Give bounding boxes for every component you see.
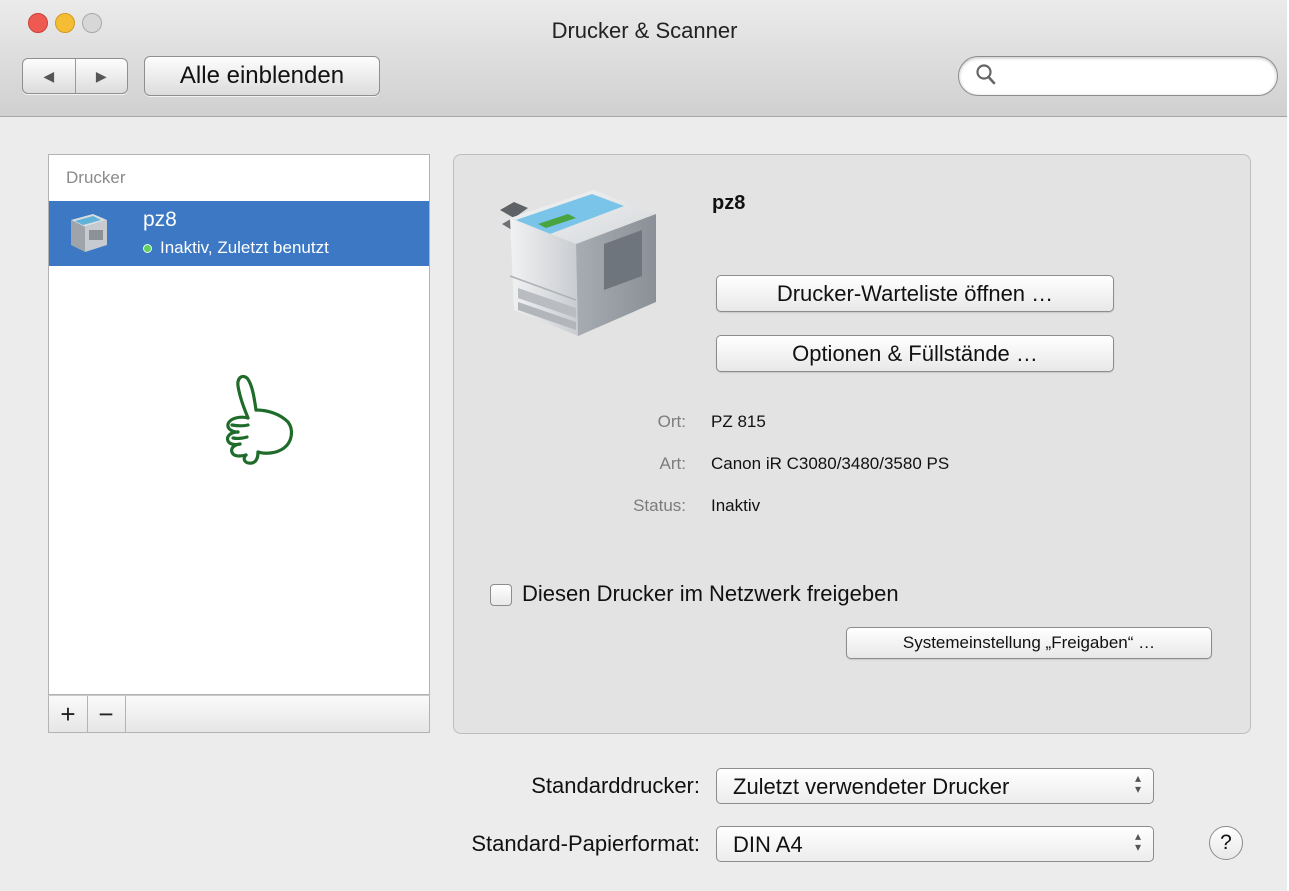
help-button[interactable]: ? [1209,826,1243,860]
show-all-button[interactable]: Alle einblenden [144,56,380,96]
printer-name-label: pz8 [143,208,177,231]
status-value: Inaktiv [711,496,761,515]
window-title: Drucker & Scanner [551,18,738,43]
location-value: PZ 815 [711,412,766,431]
nav-button-group: ◀ ▶ [22,58,128,94]
status-label: Status: [633,496,686,515]
printer-icon [71,214,107,252]
location-label: Ort: [657,412,686,431]
printer-status: Inaktiv, Zuletzt benutzt [143,238,329,258]
printer-status-label: Inaktiv, Zuletzt benutzt [160,238,329,257]
sharing-preferences-button[interactable]: Systemeinstellung „Freigaben“ … [846,627,1212,659]
printer-list-item-pz8[interactable]: pz8 Inaktiv, Zuletzt benutzt [49,201,429,266]
default-printer-value: Zuletzt verwendeter Drucker [733,774,1010,799]
kind-label: Art: [659,454,686,473]
printer-large-icon [500,190,656,336]
paper-size-label: Standard-Papierformat: [471,831,700,856]
default-printer-label: Standarddrucker: [531,773,700,798]
options-supplies-button[interactable]: Optionen & Füllstände … [716,335,1114,372]
printer-list-header: Drucker [66,168,126,187]
share-printer-checkbox[interactable] [490,584,512,606]
paper-size-value: DIN A4 [733,832,803,857]
thumbs-up-annotation-icon [225,374,294,465]
kind-value: Canon iR C3080/3480/3580 PS [711,454,950,473]
search-input[interactable] [1005,63,1264,89]
add-printer-button[interactable]: + [49,696,88,732]
printer-list-button-bar: + − [48,695,430,733]
status-dot-icon [143,244,152,254]
search-icon [976,64,996,85]
remove-printer-button[interactable]: − [87,696,126,732]
popup-arrows-icon: ▴ ▾ [1134,771,1141,796]
search-field[interactable] [958,56,1278,96]
selected-printer-name: pz8 [712,192,746,214]
share-printer-label[interactable]: Diesen Drucker im Netzwerk freigeben [522,581,899,607]
default-printer-popup[interactable]: Zuletzt verwendeter Drucker ▴ ▾ [716,768,1154,804]
paper-size-popup[interactable]: DIN A4 ▴ ▾ [716,826,1154,862]
popup-arrows-icon: ▴ ▾ [1134,829,1141,854]
forward-arrow-icon[interactable]: ▶ [76,59,128,93]
back-arrow-icon[interactable]: ◀ [23,59,76,93]
open-print-queue-button[interactable]: Drucker-Warteliste öffnen … [716,275,1114,312]
